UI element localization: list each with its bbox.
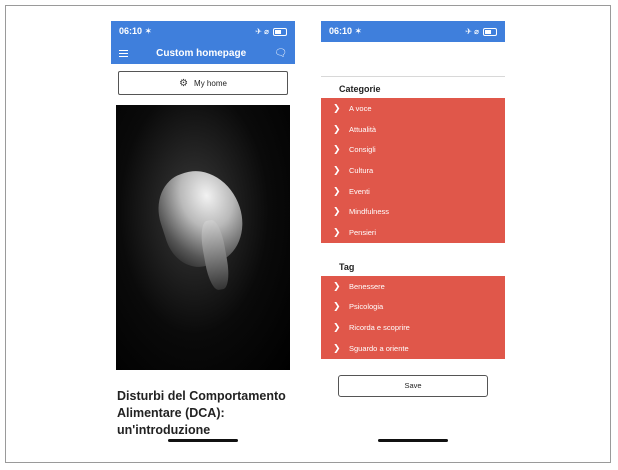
categories-list: ❯ A voce ❯ Attualità ❯ Consigli ❯ Cultura ❯ E…	[321, 98, 505, 243]
chevron-right-icon: ❯	[333, 102, 341, 113]
hero-figure	[148, 159, 254, 276]
status-bar: 06:10 ✶ ✈ ⌀	[321, 21, 505, 42]
tag-item[interactable]: ❯ Psicologia	[321, 297, 505, 318]
chevron-right-icon: ❯	[333, 322, 341, 333]
chevron-right-icon: ❯	[333, 144, 341, 155]
category-item[interactable]: ❯ Cultura	[321, 160, 505, 181]
status-time: 06:10 ✶	[329, 26, 363, 36]
chevron-right-icon: ❯	[333, 185, 341, 196]
tags-list: ❯ Benessere ❯ Psicologia ❯ Ricorda e scopri…	[321, 275, 505, 359]
category-item[interactable]: ❯ Attualità	[321, 119, 505, 140]
category-item[interactable]: ❯ Eventi	[321, 181, 505, 202]
chevron-right-icon: ❯	[333, 226, 341, 237]
battery-icon	[273, 27, 287, 36]
article-title[interactable]: Disturbi del Comportamento Alimentare (D…	[117, 388, 289, 439]
chevron-right-icon: ❯	[333, 123, 341, 134]
left-phone-screen: 06:10 ✶ ✈ ⌀ Custom homepage 🗨 ⚙ My home …	[111, 21, 295, 447]
gear-icon: ⚙	[179, 77, 189, 89]
home-indicator	[168, 439, 238, 442]
right-phone-screen: 06:10 ✶ ✈ ⌀ Categorie ❯ A voce ❯ Attualità…	[321, 21, 505, 447]
chevron-right-icon: ❯	[333, 342, 341, 353]
my-home-button-label: My home	[194, 78, 227, 88]
divider	[321, 76, 505, 77]
top-navbar: Custom homepage 🗨	[111, 42, 295, 64]
status-bar: 06:10 ✶ ✈ ⌀	[111, 21, 295, 42]
airplane-wifi-icon: ✈ ⌀	[255, 27, 269, 36]
tag-item[interactable]: ❯ Sguardo a oriente	[321, 338, 505, 359]
chat-icon[interactable]: 🗨	[274, 48, 287, 59]
article-hero-image[interactable]	[116, 105, 290, 370]
status-time: 06:10 ✶	[119, 26, 153, 36]
tag-item[interactable]: ❯ Benessere	[321, 276, 505, 297]
categories-heading: Categorie	[339, 84, 381, 94]
battery-icon	[483, 27, 497, 36]
chevron-right-icon: ❯	[333, 206, 341, 217]
save-button[interactable]: Save	[338, 374, 488, 397]
tag-item[interactable]: ❯ Ricorda e scoprire	[321, 317, 505, 338]
category-item[interactable]: ❯ Mindfulness	[321, 201, 505, 222]
home-indicator	[378, 439, 448, 442]
tags-heading: Tag	[339, 261, 355, 272]
status-icons: ✈ ⌀	[255, 27, 287, 36]
category-item[interactable]: ❯ A voce	[321, 98, 505, 119]
category-item[interactable]: ❯ Consigli	[321, 139, 505, 160]
category-item[interactable]: ❯ Pensieri	[321, 222, 505, 243]
airplane-wifi-icon: ✈ ⌀	[465, 27, 479, 36]
my-home-button[interactable]: ⚙ My home	[118, 71, 288, 95]
page-title: Custom homepage	[156, 47, 247, 59]
menu-icon[interactable]	[119, 49, 128, 57]
chevron-right-icon: ❯	[333, 301, 341, 312]
chevron-right-icon: ❯	[333, 280, 341, 291]
chevron-right-icon: ❯	[333, 164, 341, 175]
screenshot-frame	[5, 5, 611, 463]
status-icons: ✈ ⌀	[465, 27, 497, 36]
